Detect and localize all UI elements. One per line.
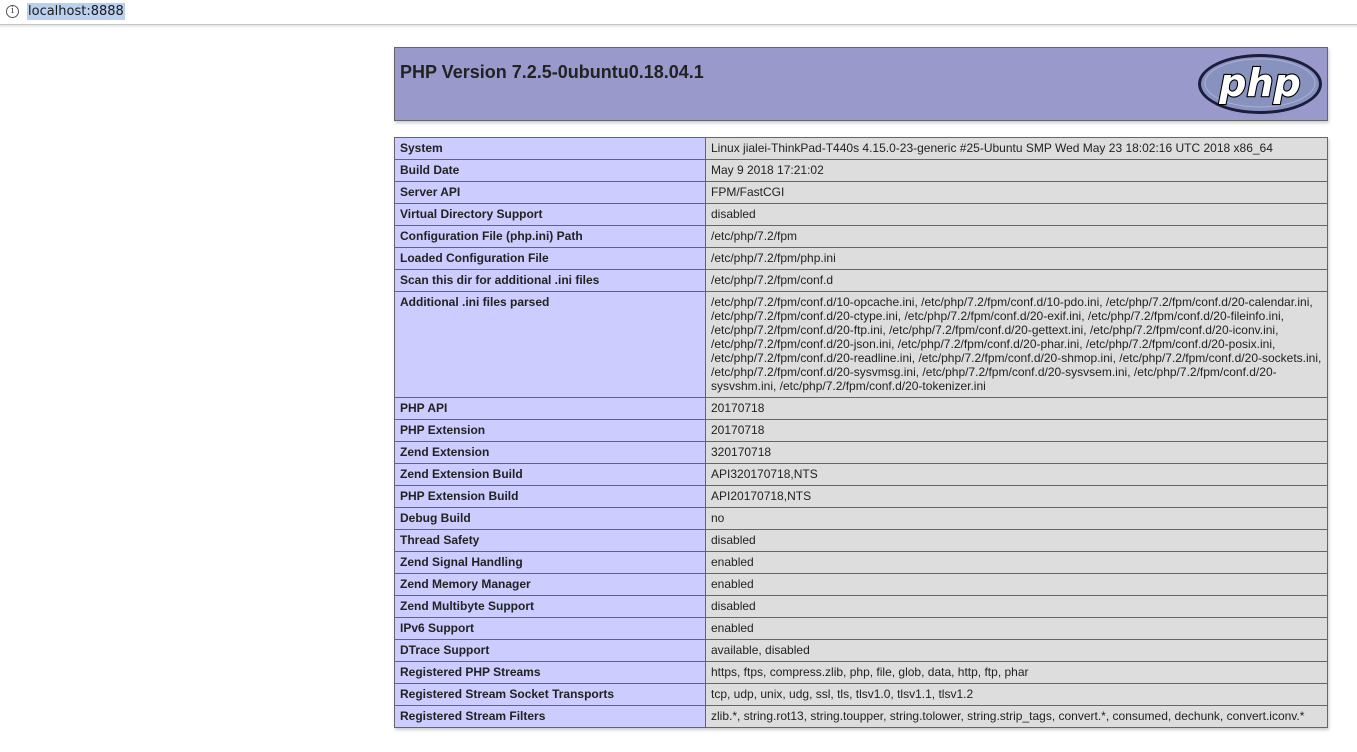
row-label: Virtual Directory Support	[394, 203, 706, 226]
row-value: /etc/php/7.2/fpm	[705, 225, 1328, 248]
row-value: /etc/php/7.2/fpm/conf.d/10-opcache.ini, …	[705, 291, 1328, 398]
row-label: Zend Memory Manager	[394, 573, 706, 596]
row-value: no	[705, 507, 1328, 530]
row-value: API320170718,NTS	[705, 463, 1328, 486]
row-value: disabled	[705, 595, 1328, 618]
table-row: IPv6 Support enabled	[394, 617, 1328, 640]
table-row: Registered Stream Filters zlib.*, string.…	[394, 705, 1328, 728]
row-label: Zend Extension	[394, 441, 706, 464]
row-label: Additional .ini files parsed	[394, 291, 706, 398]
row-label: Zend Signal Handling	[394, 551, 706, 574]
table-row: Zend Extension 320170718	[394, 441, 1328, 464]
row-label: Zend Multibyte Support	[394, 595, 706, 618]
table-row: Virtual Directory Support disabled	[394, 203, 1328, 226]
row-value: tcp, udp, unix, udg, ssl, tls, tlsv1.0, …	[705, 683, 1328, 706]
table-row: PHP Extension Build API20170718,NTS	[394, 485, 1328, 508]
row-label: PHP Extension Build	[394, 485, 706, 508]
table-row: Additional .ini files parsed/etc/php/7.2…	[394, 291, 1328, 398]
row-label: Registered Stream Filters	[394, 705, 706, 728]
row-value: enabled	[705, 573, 1328, 596]
table-row: Configuration File (php.ini) Path/etc/ph…	[394, 225, 1328, 248]
row-value: zlib.*, string.rot13, string.toupper, st…	[705, 705, 1328, 728]
row-value: https, ftps, compress.zlib, php, file, g…	[705, 661, 1328, 684]
table-row: System Linux jialei-ThinkPad-T440s 4.15.0…	[394, 137, 1328, 160]
table-row: Loaded Configuration File/etc/php/7.2/fp…	[394, 247, 1328, 270]
table-row: DTrace Support available, disabled	[394, 639, 1328, 662]
table-row: Server API FPM/FastCGI	[394, 181, 1328, 204]
row-value: enabled	[705, 551, 1328, 574]
row-value: /etc/php/7.2/fpm/conf.d	[705, 269, 1328, 292]
table-row: Registered Stream Socket Transports tcp, …	[394, 683, 1328, 706]
row-label: Scan this dir for additional .ini files	[394, 269, 706, 292]
table-row: Zend Extension Build API320170718,NTS	[394, 463, 1328, 486]
php-logo-text: php	[1218, 61, 1300, 105]
row-label: PHP Extension	[394, 419, 706, 442]
row-label: PHP API	[394, 397, 706, 420]
table-row: Debug Build no	[394, 507, 1328, 530]
row-value: 320170718	[705, 441, 1328, 464]
url-text[interactable]: localhost:8888	[27, 3, 125, 20]
table-row: PHP Extension 20170718	[394, 419, 1328, 442]
page-title: PHP Version 7.2.5-0ubuntu0.18.04.1	[400, 62, 704, 82]
row-label: DTrace Support	[394, 639, 706, 662]
table-row: Zend Memory Manager enabled	[394, 573, 1328, 596]
row-label: Zend Extension Build	[394, 463, 706, 486]
row-label: Loaded Configuration File	[394, 247, 706, 270]
row-value: available, disabled	[705, 639, 1328, 662]
table-row: Thread Safety disabled	[394, 529, 1328, 552]
table-row: Build Date May 9 2018 17:21:02	[394, 159, 1328, 182]
table-row: PHP API 20170718	[394, 397, 1328, 420]
row-label: Build Date	[394, 159, 706, 182]
info-icon[interactable]: i	[6, 5, 19, 18]
info-table: System Linux jialei-ThinkPad-T440s 4.15.0…	[394, 137, 1328, 728]
row-value: May 9 2018 17:21:02	[705, 159, 1328, 182]
toolbar-shadow	[0, 25, 1357, 28]
row-value: disabled	[705, 529, 1328, 552]
address-bar[interactable]: i localhost:8888	[0, 0, 1357, 25]
row-label: Configuration File (php.ini) Path	[394, 225, 706, 248]
table-row: Scan this dir for additional .ini files /…	[394, 269, 1328, 292]
table-row: Registered PHP Streams https, ftps, compr…	[394, 661, 1328, 684]
row-value: Linux jialei-ThinkPad-T440s 4.15.0-23-ge…	[705, 137, 1328, 160]
row-label: System	[394, 137, 706, 160]
row-label: Server API	[394, 181, 706, 204]
row-label: Thread Safety	[394, 529, 706, 552]
row-value: API20170718,NTS	[705, 485, 1328, 508]
phpinfo-header: PHP Version 7.2.5-0ubuntu0.18.04.1 php	[394, 47, 1328, 121]
row-value: FPM/FastCGI	[705, 181, 1328, 204]
php-logo-icon[interactable]: php	[1196, 52, 1324, 116]
row-label: Registered PHP Streams	[394, 661, 706, 684]
row-value: 20170718	[705, 397, 1328, 420]
row-value: 20170718	[705, 419, 1328, 442]
row-value: enabled	[705, 617, 1328, 640]
table-row: Zend Signal Handling enabled	[394, 551, 1328, 574]
row-label: Debug Build	[394, 507, 706, 530]
row-value: disabled	[705, 203, 1328, 226]
row-value: /etc/php/7.2/fpm/php.ini	[705, 247, 1328, 270]
row-label: IPv6 Support	[394, 617, 706, 640]
row-label: Registered Stream Socket Transports	[394, 683, 706, 706]
table-row: Zend Multibyte Support disabled	[394, 595, 1328, 618]
